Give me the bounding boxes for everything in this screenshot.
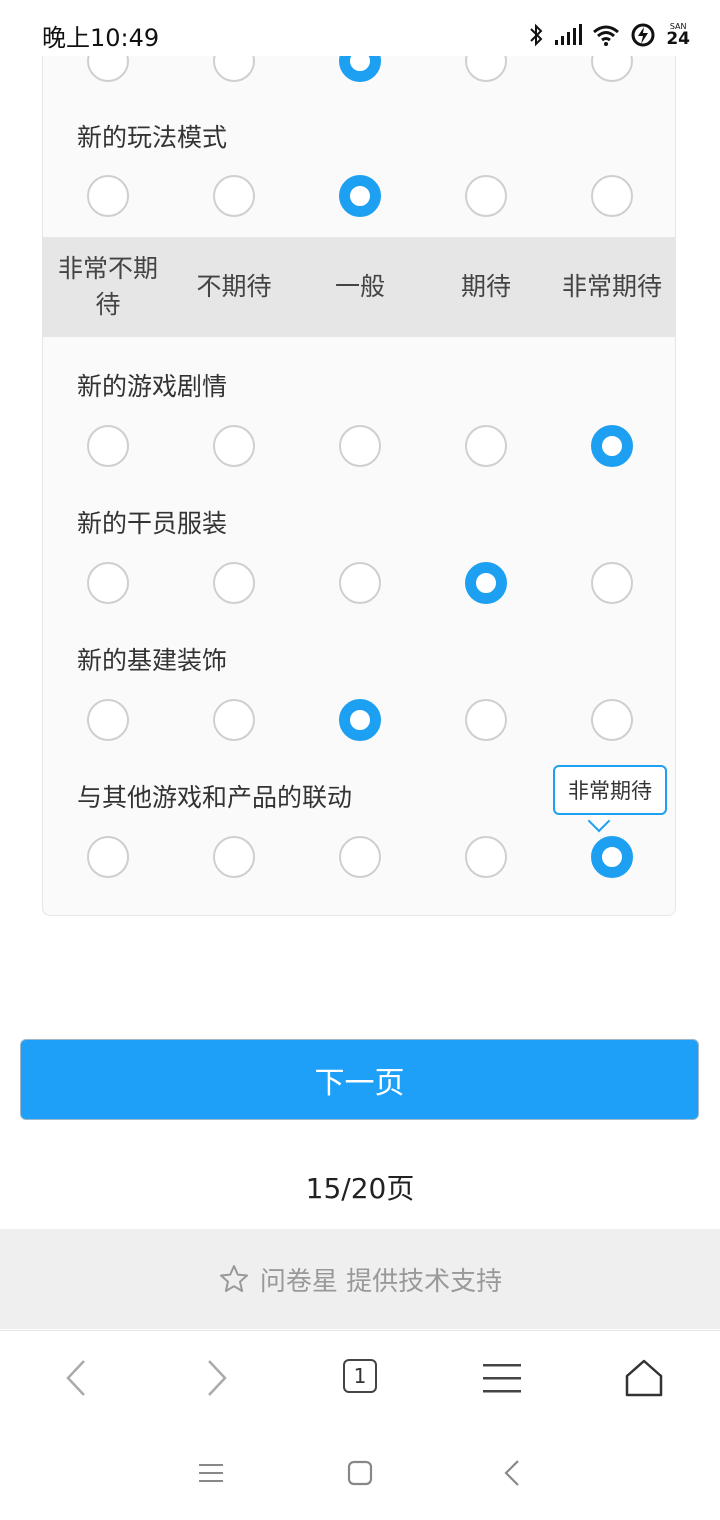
survey-matrix-card: 新的玩法模式 非常不期待 不期待 一般 期待 非常期待 新的游戏剧情 新的干员服… (42, 40, 676, 916)
status-time: 晚上10:49 (42, 24, 160, 52)
scale-header: 非常不期待 不期待 一般 期待 非常期待 (43, 237, 675, 337)
radio-option[interactable] (213, 699, 255, 741)
question-title: 新的游戏剧情 (77, 372, 228, 401)
radio-option[interactable] (465, 699, 507, 741)
battery-charging-icon (631, 23, 655, 47)
system-nav-bar (0, 1425, 720, 1520)
home-icon (625, 1359, 663, 1397)
radio-option[interactable] (213, 836, 255, 878)
status-bar: 晚上10:49 SAN 24 (0, 0, 720, 56)
radio-option-selected[interactable] (339, 699, 381, 741)
scale-label-text: 一般 (334, 272, 385, 301)
selection-tooltip: 非常期待 (553, 765, 667, 815)
radio-option[interactable] (465, 836, 507, 878)
radio-option-selected[interactable] (591, 425, 633, 467)
footer-support[interactable]: 问卷星 提供技术支持 (0, 1229, 720, 1329)
scale-label-unexpected: 不期待 (179, 237, 289, 337)
system-home-button[interactable] (320, 1425, 400, 1520)
support-text: 问卷星 提供技术支持 (259, 1266, 503, 1297)
browser-home-button[interactable] (599, 1331, 689, 1425)
browser-back-button[interactable] (31, 1331, 121, 1425)
scale-label-text: 非常不期待 (57, 254, 158, 319)
menu-icon (483, 1364, 521, 1393)
status-icons: SAN 24 (528, 20, 690, 50)
scale-label-very-unexpected: 非常不期待 (53, 237, 163, 337)
battery-value: 24 (666, 28, 690, 49)
back-chevron-icon (504, 1459, 519, 1486)
radio-option[interactable] (213, 425, 255, 467)
scale-label-very-expected: 非常期待 (557, 237, 667, 337)
radio-option[interactable] (339, 562, 381, 604)
scale-label-text: 不期待 (196, 272, 272, 301)
question-title: 新的干员服装 (77, 509, 228, 538)
bluetooth-icon (530, 23, 543, 47)
page-indicator: 15/20页 (305, 1172, 415, 1205)
radio-option[interactable] (87, 562, 129, 604)
radio-option[interactable] (213, 175, 255, 217)
recents-menu-icon (199, 1463, 223, 1482)
radio-option[interactable] (465, 175, 507, 217)
browser-menu-button[interactable] (457, 1331, 547, 1425)
question-title: 新的基建装饰 (77, 646, 228, 675)
radio-option-selected[interactable] (339, 175, 381, 217)
star-outline-icon (219, 1265, 248, 1292)
radio-option[interactable] (213, 562, 255, 604)
signal-icon (555, 24, 583, 45)
chevron-right-icon (208, 1360, 227, 1396)
chevron-left-icon (66, 1360, 85, 1396)
radio-option[interactable] (87, 699, 129, 741)
tabs-button[interactable]: 1 (343, 1359, 377, 1393)
radio-option-selected[interactable] (465, 562, 507, 604)
radio-option[interactable] (591, 562, 633, 604)
browser-forward-button[interactable] (172, 1331, 262, 1425)
home-square-icon (347, 1460, 373, 1485)
battery-level: SAN 24 (666, 22, 690, 49)
browser-toolbar: 1 (0, 1330, 720, 1426)
wifi-icon (593, 25, 620, 46)
radio-option[interactable] (87, 175, 129, 217)
radio-option[interactable] (339, 836, 381, 878)
system-recents-button[interactable] (171, 1425, 251, 1520)
radio-option[interactable] (339, 425, 381, 467)
scale-label-neutral: 一般 (305, 237, 415, 337)
radio-option[interactable] (87, 836, 129, 878)
question-title: 与其他游戏和产品的联动 (77, 783, 353, 812)
radio-option-selected[interactable] (591, 836, 633, 878)
scale-label-text: 期待 (460, 272, 511, 301)
system-back-button[interactable] (472, 1425, 552, 1520)
next-page-button[interactable]: 下一页 (20, 1039, 699, 1120)
radio-option[interactable] (87, 425, 129, 467)
scale-label-text: 非常期待 (561, 272, 662, 301)
radio-option[interactable] (591, 175, 633, 217)
radio-option[interactable] (465, 425, 507, 467)
radio-option[interactable] (591, 699, 633, 741)
question-title: 新的玩法模式 (77, 123, 228, 152)
scale-label-expected: 期待 (431, 237, 541, 337)
